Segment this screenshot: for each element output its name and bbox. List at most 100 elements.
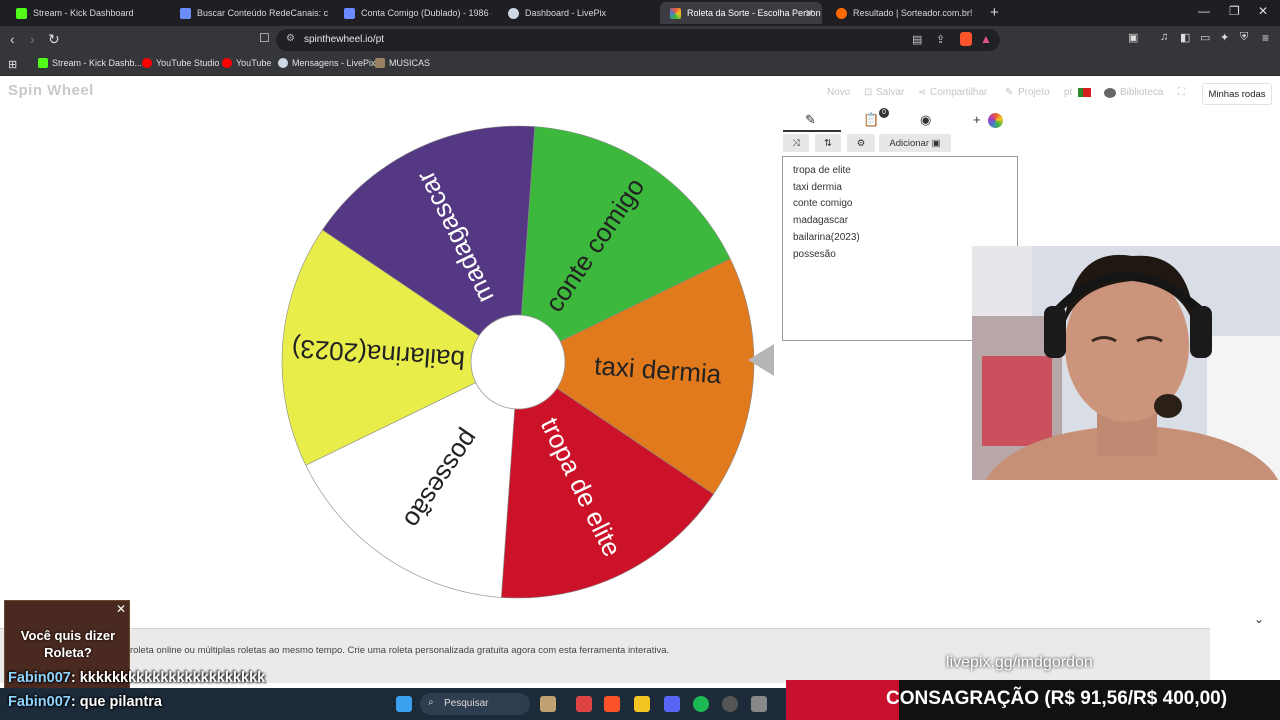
reload-icon[interactable]: ↻ bbox=[48, 31, 60, 48]
bookmark-label: Stream - Kick Dashb... bbox=[52, 58, 143, 68]
restore-icon[interactable]: ❐ bbox=[1229, 4, 1240, 18]
tab-sorteador[interactable]: Resultado | Sorteador.com.br! bbox=[826, 2, 984, 24]
menu-project[interactable]: Projeto bbox=[1018, 87, 1050, 98]
tab-roleta[interactable]: Roleta da Sorte - Escolha Person ✕ bbox=[660, 2, 822, 24]
tab-livepix[interactable]: Dashboard - LivePix bbox=[498, 2, 656, 24]
menu-language[interactable]: pt bbox=[1064, 87, 1072, 98]
menu-new[interactable]: Novo bbox=[827, 87, 850, 98]
goal-text: CONSAGRAÇÃO (R$ 91,56/R$ 400,00) bbox=[886, 688, 1228, 709]
add-icon[interactable]: + bbox=[973, 112, 981, 127]
kick-icon bbox=[38, 58, 48, 68]
save-icon[interactable]: ⊡ bbox=[864, 87, 872, 98]
description-text: roleta online ou múltiplas roletas ao me… bbox=[130, 645, 670, 656]
bookmark-kick[interactable]: Stream - Kick Dashb... bbox=[38, 58, 142, 68]
app-icon[interactable] bbox=[751, 696, 767, 712]
page-content: Spin Wheel Novo ⊡ Salvar ⋖ Compartilhar … bbox=[0, 76, 1280, 720]
menu-library[interactable]: Biblioteca bbox=[1120, 87, 1163, 98]
sidebar-icon[interactable]: ▣ bbox=[1128, 31, 1138, 44]
apps-grid-icon[interactable]: ⊞ bbox=[8, 58, 17, 71]
app-icon[interactable] bbox=[540, 696, 556, 712]
youtube-icon bbox=[142, 58, 152, 68]
share-icon[interactable]: ⋖ bbox=[918, 87, 926, 98]
alert-text: Você quis dizer Roleta? bbox=[5, 627, 131, 661]
share-icon[interactable]: ⇪ bbox=[936, 33, 945, 46]
new-tab-icon[interactable]: + bbox=[990, 4, 999, 21]
fullscreen-icon[interactable]: ⛶ bbox=[1178, 87, 1185, 98]
tab-title: Dashboard - LivePix bbox=[525, 8, 607, 18]
minimize-icon[interactable]: — bbox=[1198, 4, 1210, 18]
tab-title: Conta Comigo (Dublado) - 1986 - 10 bbox=[361, 8, 492, 18]
discord-icon[interactable] bbox=[664, 696, 680, 712]
bookmark-label: YouTube bbox=[236, 58, 272, 68]
brave-rewards-icon[interactable]: ▲ bbox=[980, 32, 992, 46]
bookmark-icon[interactable]: ☐ bbox=[259, 31, 270, 45]
tab-contacomigo[interactable]: Conta Comigo (Dublado) - 1986 - 10 bbox=[334, 2, 492, 24]
sort-button[interactable]: ⇅ bbox=[815, 134, 841, 152]
tab-title: Roleta da Sorte - Escolha Person bbox=[687, 8, 821, 18]
chat-user: Fabin007 bbox=[8, 670, 71, 686]
clipboard-icon[interactable]: 📋 bbox=[863, 112, 879, 128]
shuffle-button[interactable]: ⤨ bbox=[783, 134, 809, 152]
back-icon[interactable]: ‹ bbox=[10, 31, 15, 47]
wheel[interactable]: conte comigo taxi dermia tropa de elite pos… bbox=[278, 124, 758, 609]
tab-title: Stream - Kick Dashboard bbox=[33, 8, 134, 18]
add-image-button[interactable]: Adicionar ▣ bbox=[879, 134, 951, 152]
my-wheels-button[interactable]: Minhas rodas bbox=[1202, 83, 1272, 105]
site-info-icon[interactable]: ⚙ bbox=[286, 33, 295, 44]
count-badge: 0 bbox=[879, 108, 889, 118]
wheel-svg[interactable]: conte comigotaxi dermiatropa de elitepos… bbox=[278, 124, 758, 604]
kick-icon bbox=[16, 7, 27, 19]
menu-share[interactable]: Compartilhar bbox=[930, 87, 987, 98]
menu-save[interactable]: Salvar bbox=[876, 87, 904, 98]
reader-icon[interactable]: ▤ bbox=[912, 33, 922, 46]
livepix-icon bbox=[508, 7, 519, 19]
music-icon[interactable]: ♫ bbox=[1160, 31, 1168, 43]
wallet-icon[interactable]: ▭ bbox=[1200, 31, 1210, 44]
site-logo[interactable]: Spin Wheel bbox=[8, 82, 94, 99]
pencil-icon[interactable]: ✎ bbox=[1005, 87, 1013, 98]
alert-line: Você quis dizer bbox=[20, 628, 116, 643]
page-icon bbox=[180, 7, 191, 19]
chevron-down-icon[interactable]: ⌄ bbox=[1254, 612, 1264, 626]
vpn-icon[interactable]: ⛨ bbox=[1240, 31, 1248, 44]
wheel-icon bbox=[670, 7, 681, 19]
tab-kick[interactable]: Stream - Kick Dashboard bbox=[6, 2, 164, 24]
color-wheel-icon[interactable] bbox=[988, 113, 1003, 128]
edit-icon[interactable]: ✎ bbox=[805, 112, 816, 128]
wheel-center[interactable] bbox=[470, 314, 566, 410]
entry-line: tropa de elite bbox=[793, 165, 851, 176]
taskbar-search[interactable]: ⌕ Pesquisar bbox=[420, 693, 530, 715]
chat-text: : que pilantra bbox=[70, 694, 162, 710]
close-tab-icon[interactable]: ✕ bbox=[805, 7, 814, 20]
leo-icon[interactable]: ✦ bbox=[1220, 31, 1229, 44]
hide-icon[interactable]: ◉ bbox=[920, 112, 931, 128]
close-window-icon[interactable]: ✕ bbox=[1258, 4, 1268, 18]
livepix-icon bbox=[278, 58, 288, 68]
folder-icon bbox=[375, 58, 385, 68]
address-bar[interactable]: ⚙ spinthewheel.io/pt ▤ ⇪ ▲ bbox=[276, 29, 1000, 51]
brave-icon[interactable] bbox=[604, 696, 620, 712]
tab-redecanais[interactable]: Buscar Conteúdo RedeCanais: conta c bbox=[170, 2, 328, 24]
bookmarks-bar: ⊞ Stream - Kick Dashb... YouTube Studio … bbox=[0, 54, 1280, 76]
entry-line: conte comigo bbox=[793, 198, 853, 210]
bookmark-youtube[interactable]: YouTube bbox=[222, 58, 271, 68]
brave-shields-icon[interactable] bbox=[960, 32, 972, 46]
library-icon[interactable] bbox=[1104, 88, 1116, 98]
folder-icon[interactable] bbox=[634, 696, 650, 712]
settings-button[interactable]: ⚙ bbox=[847, 134, 875, 152]
obs-icon[interactable] bbox=[722, 696, 738, 712]
menu-icon[interactable]: ≡ bbox=[1262, 31, 1269, 45]
spotify-icon[interactable] bbox=[693, 696, 709, 712]
bookmark-youtube-studio[interactable]: YouTube Studio bbox=[142, 58, 219, 68]
bookmark-musicas[interactable]: MUSICAS bbox=[375, 58, 430, 68]
close-icon[interactable]: ✕ bbox=[116, 602, 126, 616]
panel-icon[interactable]: ◧ bbox=[1180, 31, 1190, 44]
entry-line: bailarina(2023) bbox=[793, 231, 860, 243]
bookmark-livepix[interactable]: Mensagens - LivePix bbox=[278, 58, 376, 68]
youtube-icon bbox=[222, 58, 232, 68]
forward-icon[interactable]: › bbox=[30, 31, 35, 47]
page-icon bbox=[344, 7, 355, 19]
windows-start-icon[interactable] bbox=[396, 696, 412, 712]
app-icon[interactable] bbox=[576, 696, 592, 712]
tab-title: Resultado | Sorteador.com.br! bbox=[853, 8, 973, 18]
